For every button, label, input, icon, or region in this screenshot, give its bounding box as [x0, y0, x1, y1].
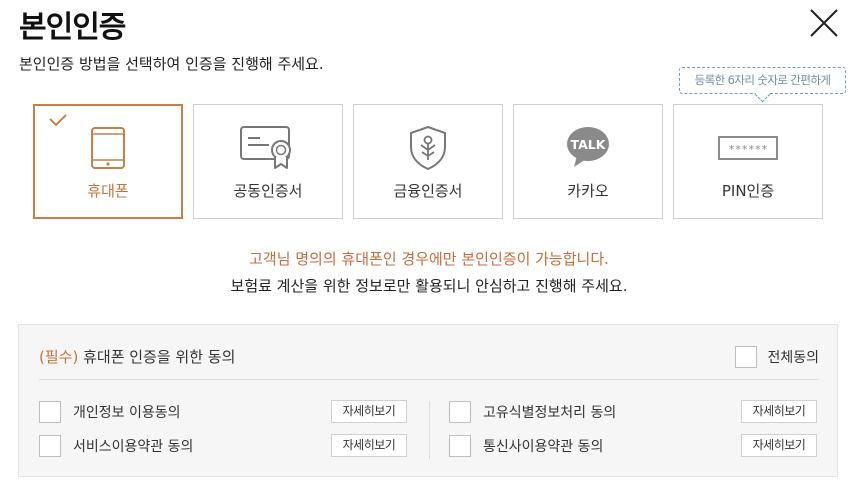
agree-all-checkbox[interactable]: [735, 346, 758, 368]
service-terms-checkbox[interactable]: [39, 435, 61, 457]
privacy-consent-checkbox[interactable]: [39, 401, 61, 423]
consent-item-carrier-terms: 통신사이용약관 동의: [449, 433, 603, 459]
consent-divider: [39, 379, 819, 380]
carrier-terms-checkbox[interactable]: [449, 435, 471, 457]
kakao-talk-icon: TALK: [567, 127, 609, 167]
consent-title-text: 휴대폰 인증을 위한 동의: [83, 348, 236, 366]
method-kakao-label: 카카오: [567, 182, 609, 200]
consent-column-divider: [429, 401, 430, 459]
consent-item-service-terms: 서비스이용약관 동의: [39, 433, 193, 459]
mobile-phone-icon: [91, 127, 125, 169]
agree-all-control[interactable]: 전체동의: [735, 344, 819, 370]
consent-item-privacy: 개인정보 이용동의: [39, 399, 181, 425]
required-tag: (필수): [39, 348, 79, 366]
method-joint-certificate-label: 공동인증서: [233, 182, 303, 200]
pin-icon-text: ******: [728, 143, 768, 156]
agree-all-label: 전체동의: [767, 350, 819, 366]
pin-tooltip: 등록한 6자리 숫자로 간편하게: [679, 67, 846, 103]
method-pin-label: PIN인증: [721, 182, 775, 200]
certificate-icon: [240, 126, 291, 169]
carrier-terms-detail-button[interactable]: 자세히보기: [741, 434, 817, 457]
service-terms-label: 서비스이용약관 동의: [73, 439, 194, 455]
method-kakao-button[interactable]: TALK 카카오: [513, 104, 663, 219]
consent-title: (필수) 휴대폰 인증을 위한 동의: [39, 346, 235, 367]
method-joint-certificate-button[interactable]: 공동인증서: [193, 104, 343, 219]
close-button[interactable]: [808, 7, 840, 39]
privacy-detail-button[interactable]: 자세히보기: [331, 400, 407, 423]
method-financial-certificate-label: 금융인증서: [393, 182, 463, 200]
privacy-consent-label: 개인정보 이용동의: [73, 405, 181, 421]
method-mobile-button[interactable]: 휴대폰: [33, 104, 183, 219]
eligibility-notice: 고객님 명의의 휴대폰인 경우에만 본인인증이 가능합니다.: [249, 250, 609, 268]
consent-panel: (필수) 휴대폰 인증을 위한 동의 전체동의 개인정보 이용동의 자세히보기 …: [18, 324, 838, 477]
page-title: 본인인증: [19, 10, 126, 45]
consent-item-unique-id: 고유식별정보처리 동의: [449, 399, 616, 425]
service-terms-detail-button[interactable]: 자세히보기: [331, 434, 407, 457]
method-mobile-label: 휴대폰: [87, 182, 129, 200]
page-subtitle: 본인인증 방법을 선택하여 인증을 진행해 주세요.: [19, 55, 324, 73]
method-pin-button[interactable]: ****** PIN인증: [673, 104, 823, 219]
tooltip-tail: [754, 86, 771, 103]
check-icon: [49, 114, 67, 127]
privacy-notice: 보험료 계산을 위한 정보로만 활용되니 안심하고 진행해 주세요.: [230, 277, 628, 295]
pin-input-icon: ******: [718, 136, 778, 160]
unique-id-label: 고유식별정보처리 동의: [483, 405, 617, 421]
kakao-icon-text: TALK: [571, 137, 607, 152]
method-financial-certificate-button[interactable]: 금융인증서: [353, 104, 503, 219]
close-icon: [810, 9, 838, 37]
tooltip-text: 등록한 6자리 숫자로 간편하게: [694, 73, 831, 87]
unique-id-checkbox[interactable]: [449, 401, 471, 423]
unique-id-detail-button[interactable]: 자세히보기: [741, 400, 817, 423]
financial-shield-icon: [410, 125, 446, 171]
carrier-terms-label: 통신사이용약관 동의: [483, 439, 604, 455]
